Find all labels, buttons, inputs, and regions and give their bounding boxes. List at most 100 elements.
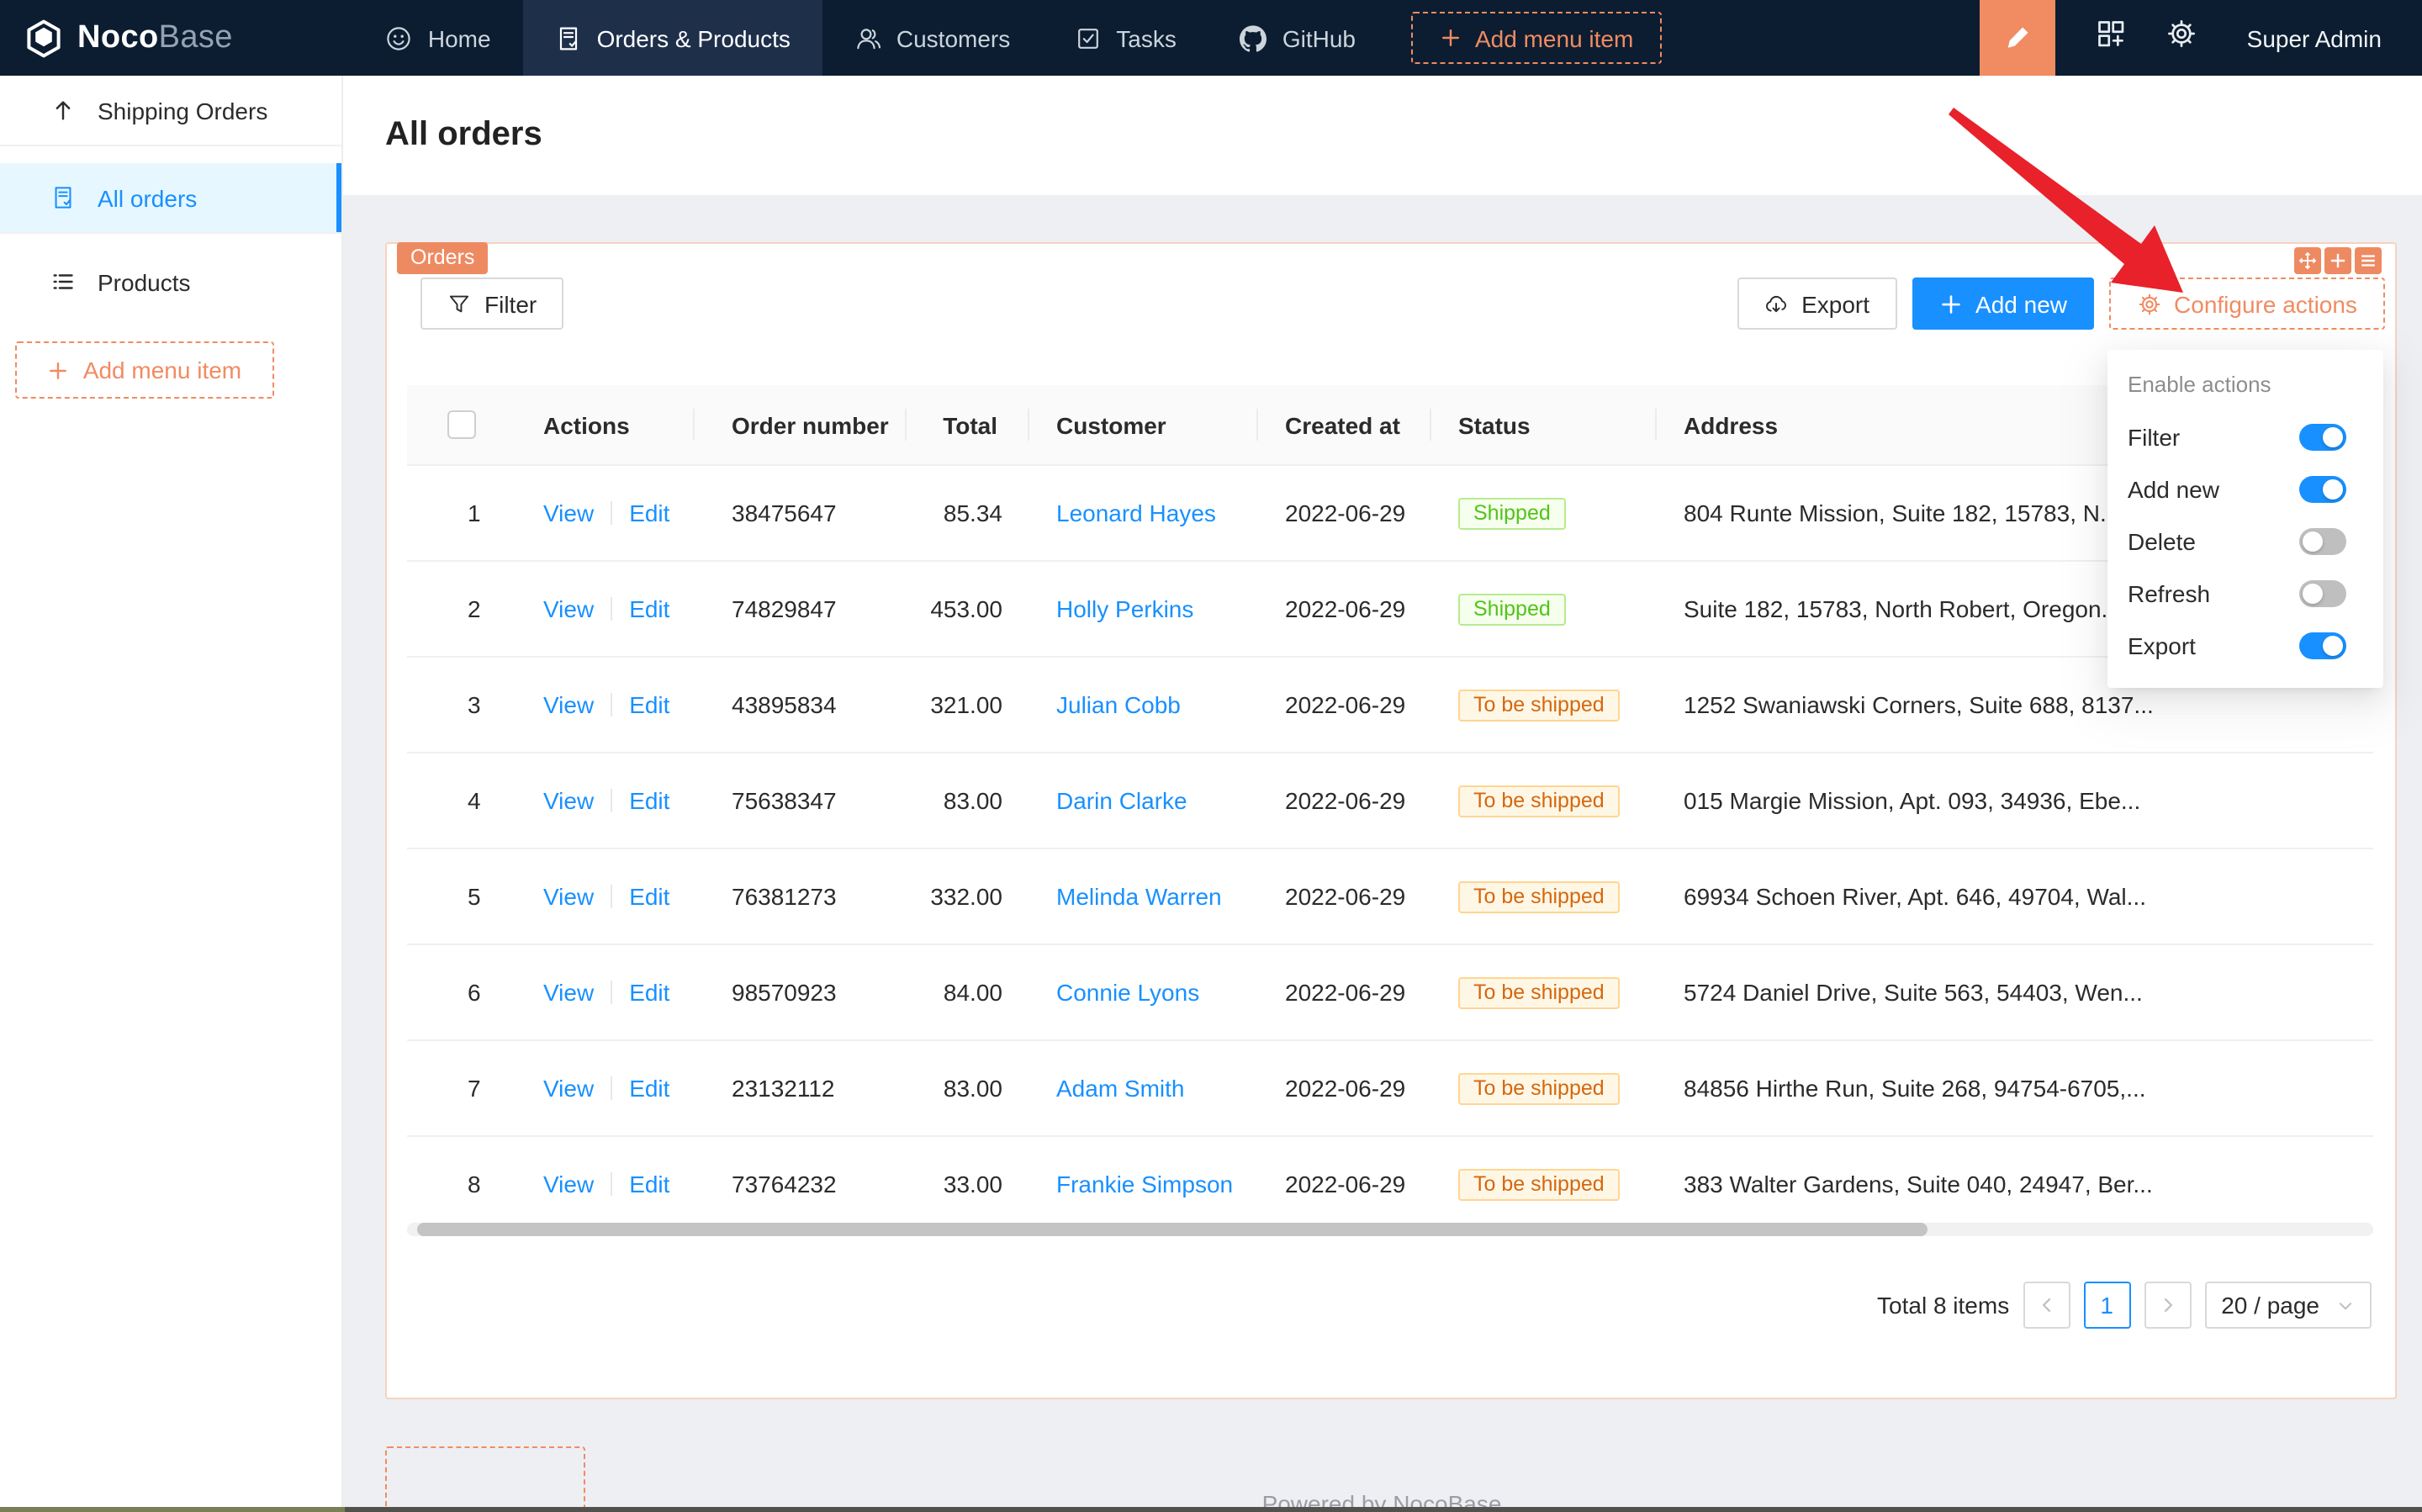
action-divider [611, 1172, 612, 1196]
designer-plus-button[interactable] [2324, 247, 2351, 274]
navbar-right-tools: Super Admin [1980, 0, 2422, 76]
ui-editor-button[interactable] [1980, 0, 2055, 76]
dropdown-item-label: Delete [2128, 527, 2196, 554]
dropdown-item-label: Filter [2128, 423, 2180, 450]
pagination-total: Total 8 items [1877, 1292, 2009, 1319]
edit-link[interactable]: Edit [629, 595, 669, 622]
table-row: 1ViewEdit3847564785.34Leonard Hayes2022-… [407, 466, 2373, 562]
pagination-prev-button[interactable] [2023, 1282, 2070, 1329]
cell-address: 1252 Swaniawski Corners, Suite 688, 8137… [1657, 691, 2178, 718]
desktop-wallpaper-sliver [0, 1507, 345, 1512]
sidebar-item-products[interactable]: Products [0, 247, 341, 316]
edit-link[interactable]: Edit [629, 500, 669, 526]
page-size-select[interactable]: 20 / page [2204, 1282, 2372, 1329]
nav-item-customers[interactable]: Customers [822, 0, 1042, 76]
cell-customer: Holly Perkins [1029, 595, 1258, 622]
export-button[interactable]: Export [1737, 278, 1896, 330]
plus-icon [1938, 292, 1962, 315]
nocobase-logo[interactable]: NocoBase [0, 0, 250, 76]
toggle-refresh[interactable] [2299, 579, 2346, 606]
navbar-add-menu-item-button[interactable]: Add menu item [1411, 12, 1662, 64]
orders-table-block: Orders Filter Export Add new [385, 242, 2397, 1399]
user-menu[interactable]: Super Admin [2247, 24, 2382, 51]
sidebar-item-all-orders[interactable]: All orders [0, 163, 341, 234]
cell-customer: Darin Clarke [1029, 787, 1258, 814]
sidebar-item-shipping-orders[interactable]: Shipping Orders [0, 76, 341, 146]
edit-link[interactable]: Edit [629, 691, 669, 718]
customer-link[interactable]: Holly Perkins [1056, 595, 1193, 622]
view-link[interactable]: View [543, 979, 594, 1006]
app-window: NocoBase Home Orders & Products Customers T… [0, 0, 2422, 1512]
table-row: 5ViewEdit76381273332.00Melinda Warren202… [407, 849, 2373, 945]
horizontal-scrollbar-thumb[interactable] [417, 1223, 1928, 1236]
table-row: 6ViewEdit9857092384.00Connie Lyons2022-0… [407, 945, 2373, 1041]
configure-actions-button[interactable]: Configure actions [2109, 278, 2385, 330]
orders-table: ActionsOrder numberTotalCustomerCreated … [407, 385, 2373, 1233]
filter-button[interactable]: Filter [420, 278, 563, 330]
add-new-button[interactable]: Add new [1912, 278, 2094, 330]
nav-item-label: GitHub [1282, 24, 1356, 51]
toggle-add-new[interactable] [2299, 475, 2346, 502]
status-badge: Shipped [1458, 593, 1566, 625]
customer-link[interactable]: Darin Clarke [1056, 787, 1187, 814]
edit-link[interactable]: Edit [629, 787, 669, 814]
plugin-manager-button[interactable] [2096, 19, 2126, 57]
cell-actions: View Edit [525, 1075, 695, 1102]
cell-address: 84856 Hirthe Run, Suite 268, 94754-6705,… [1657, 1075, 2178, 1102]
dropdown-item-refresh[interactable]: Refresh [2107, 567, 2383, 619]
view-link[interactable]: View [543, 595, 594, 622]
view-link[interactable]: View [543, 883, 594, 910]
nav-item-github[interactable]: GitHub [1208, 0, 1388, 76]
nav-item-tasks[interactable]: Tasks [1042, 0, 1208, 76]
nav-item-home[interactable]: Home [354, 0, 523, 76]
page-title: All orders [385, 116, 542, 155]
select-all-checkbox[interactable] [447, 410, 476, 439]
customer-link[interactable]: Adam Smith [1056, 1075, 1185, 1102]
edit-link[interactable]: Edit [629, 1075, 669, 1102]
export-button-label: Export [1801, 290, 1869, 317]
customer-link[interactable]: Frankie Simpson [1056, 1171, 1233, 1197]
cell-total: 83.00 [907, 787, 1029, 814]
edit-link[interactable]: Edit [629, 883, 669, 910]
sidebar-add-menu-item-button[interactable]: Add menu item [15, 341, 274, 399]
nav-item-label: Orders & Products [597, 24, 791, 51]
designer-move-button[interactable] [2294, 247, 2321, 274]
column-header-total: Total [907, 385, 1029, 464]
edit-link[interactable]: Edit [629, 1171, 669, 1197]
toggle-filter[interactable] [2299, 423, 2346, 450]
nav-item-label: Tasks [1116, 24, 1177, 51]
toggle-export[interactable] [2299, 632, 2346, 658]
table-action-bar: Filter Export Add new Configure actions [420, 278, 2385, 330]
pagination-next-button[interactable] [2144, 1282, 2191, 1329]
view-link[interactable]: View [543, 1075, 594, 1102]
dropdown-item-add-new[interactable]: Add new [2107, 463, 2383, 515]
cell-actions: View Edit [525, 883, 695, 910]
customer-link[interactable]: Connie Lyons [1056, 979, 1199, 1006]
dropdown-item-delete[interactable]: Delete [2107, 515, 2383, 567]
nav-item-orders-products[interactable]: Orders & Products [523, 0, 822, 76]
cell-created-at: 2022-06-29 [1258, 1171, 1431, 1197]
view-link[interactable]: View [543, 691, 594, 718]
designer-menu-button[interactable] [2355, 247, 2382, 274]
chevron-left-icon [2036, 1295, 2056, 1315]
status-badge: To be shipped [1458, 689, 1620, 721]
customer-link[interactable]: Melinda Warren [1056, 883, 1222, 910]
edit-link[interactable]: Edit [629, 979, 669, 1006]
view-link[interactable]: View [543, 1171, 594, 1197]
top-navbar: NocoBase Home Orders & Products Customers T… [0, 0, 2422, 76]
dropdown-item-export[interactable]: Export [2107, 619, 2383, 671]
dropdown-item-filter[interactable]: Filter [2107, 410, 2383, 463]
customer-link[interactable]: Leonard Hayes [1056, 500, 1216, 526]
status-badge: To be shipped [1458, 1072, 1620, 1104]
pagination-page-1[interactable]: 1 [2083, 1282, 2130, 1329]
customer-link[interactable]: Julian Cobb [1056, 691, 1181, 718]
cell-order-number: 75638347 [695, 787, 907, 814]
cell-total: 321.00 [907, 691, 1029, 718]
view-link[interactable]: View [543, 500, 594, 526]
filter-button-label: Filter [484, 290, 537, 317]
toggle-delete[interactable] [2299, 527, 2346, 554]
view-link[interactable]: View [543, 787, 594, 814]
dropdown-item-label: Refresh [2128, 579, 2210, 606]
settings-button[interactable] [2166, 19, 2197, 57]
cell-address: 383 Walter Gardens, Suite 040, 24947, Be… [1657, 1171, 2178, 1197]
